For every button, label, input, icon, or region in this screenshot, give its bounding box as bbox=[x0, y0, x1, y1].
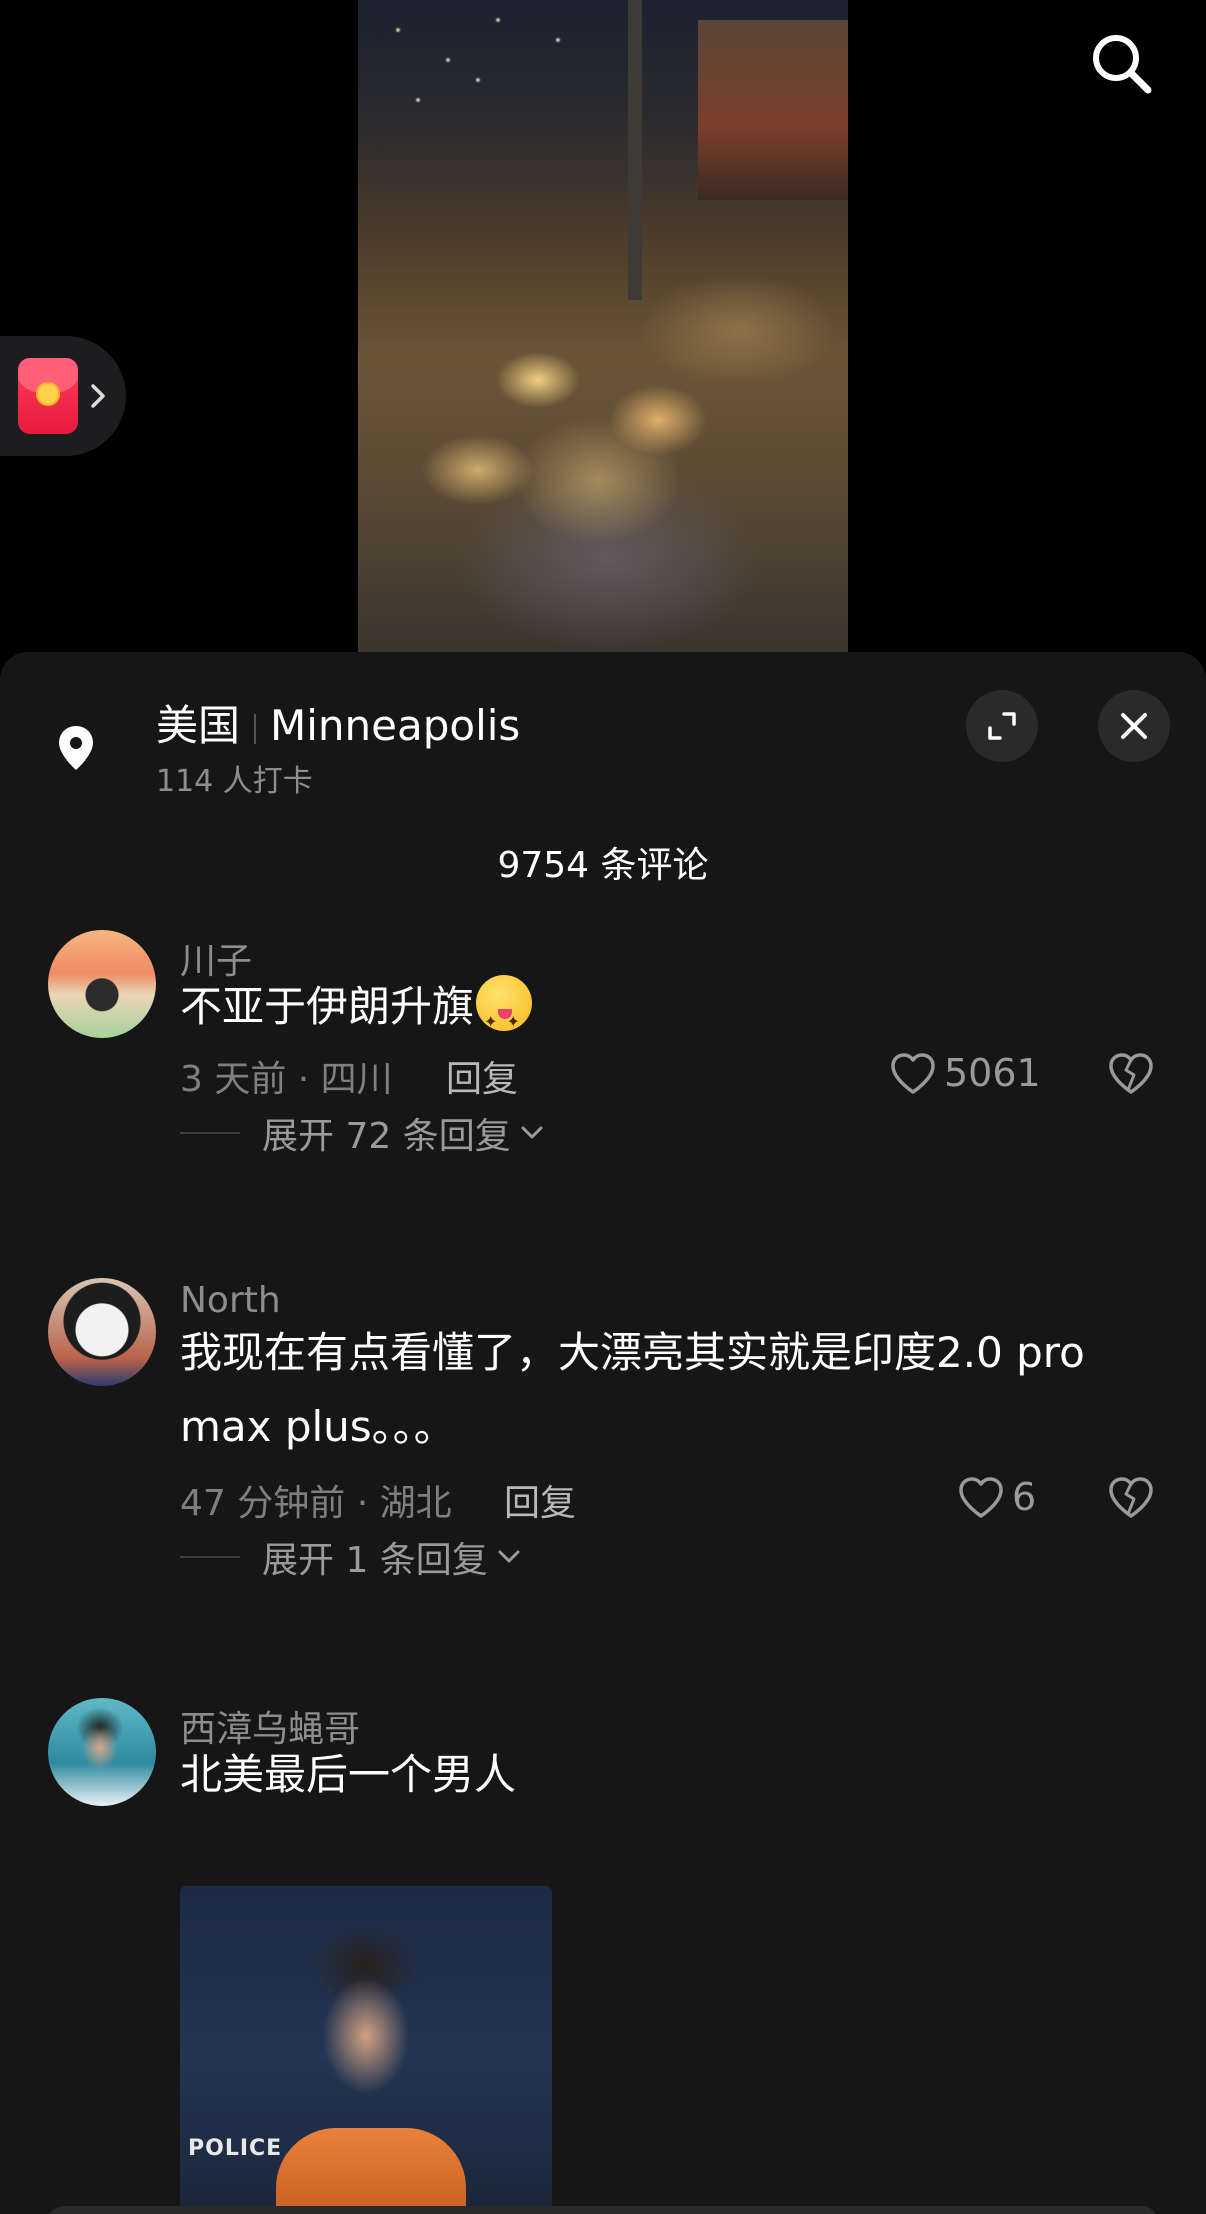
pole-decor bbox=[628, 0, 642, 300]
location-city: Minneapolis bbox=[270, 701, 521, 750]
avatar[interactable] bbox=[48, 1698, 156, 1806]
expand-replies-label: 展开 72 条回复 bbox=[262, 1116, 511, 1157]
broken-heart-icon[interactable] bbox=[1106, 1474, 1156, 1522]
comment-text-content: 不亚于伊朗升旗 bbox=[180, 982, 475, 1031]
expand-divider bbox=[180, 1132, 240, 1134]
close-icon bbox=[1121, 713, 1147, 739]
crazy-face-emoji-icon bbox=[476, 975, 533, 1059]
comment-meta: 47 分钟前 · 湖北 bbox=[180, 1483, 452, 1524]
location-title[interactable]: 美国 Minneapolis bbox=[156, 692, 520, 753]
chevron-right-icon bbox=[91, 384, 105, 408]
checkin-count: 114 人打卡 bbox=[156, 764, 313, 799]
comment-sheet: 美国 Minneapolis 114 人打卡 9754 条评论 川子 不亚于伊朗升… bbox=[0, 652, 1206, 2214]
like-count: 6 bbox=[1012, 1475, 1037, 1519]
comment-username[interactable]: North bbox=[180, 1280, 281, 1321]
comment-meta: 3 天前 · 四川 bbox=[180, 1059, 393, 1100]
avatar[interactable] bbox=[48, 1278, 156, 1386]
red-packet-icon bbox=[18, 358, 78, 434]
comment-item: 西漳乌蝇哥 北美最后一个男人 POLICE bbox=[0, 1698, 1206, 2214]
chevron-down-icon bbox=[521, 1126, 543, 1139]
red-packet-entry[interactable] bbox=[0, 336, 126, 456]
expand-replies-button[interactable]: 展开 72 条回复 bbox=[180, 1108, 545, 1158]
expand-replies-button[interactable]: 展开 1 条回复 bbox=[180, 1532, 522, 1582]
comment-text: 我现在有点看懂了，大漂亮其实就是印度2.0 pro max plus。。。 bbox=[180, 1328, 1085, 1451]
building-decor bbox=[698, 20, 848, 200]
avatar[interactable] bbox=[48, 930, 156, 1038]
input-bar-edge[interactable] bbox=[48, 2206, 1158, 2214]
expand-button[interactable] bbox=[966, 690, 1038, 762]
chevron-down-icon bbox=[498, 1550, 520, 1563]
location-pin-icon bbox=[59, 726, 93, 770]
comment-text: 北美最后一个男人 bbox=[180, 1750, 517, 1799]
expand-replies-label: 展开 1 条回复 bbox=[262, 1540, 488, 1581]
reply-button[interactable]: 回复 bbox=[446, 1050, 518, 1102]
close-button[interactable] bbox=[1098, 690, 1170, 762]
location-country: 美国 bbox=[156, 701, 241, 750]
comment-count: 9754 条评论 bbox=[497, 845, 709, 886]
comment-image[interactable]: POLICE bbox=[180, 1886, 552, 2214]
comment-item: 川子 不亚于伊朗升旗 3 天前 · 四川 回复 5061 展开 72 条回复 bbox=[0, 930, 1206, 1190]
comment-item: North 我现在有点看懂了，大漂亮其实就是印度2.0 pro max plus… bbox=[0, 1278, 1206, 1608]
like-count: 5061 bbox=[944, 1051, 1041, 1095]
reply-button[interactable]: 回复 bbox=[504, 1474, 576, 1526]
search-button[interactable] bbox=[1086, 28, 1158, 100]
expand-divider bbox=[180, 1556, 240, 1558]
heart-outline-icon bbox=[891, 1053, 935, 1094]
image-police-text: POLICE bbox=[188, 2136, 283, 2161]
video-player[interactable] bbox=[0, 0, 1206, 660]
like-button[interactable]: 5061 bbox=[888, 1046, 1041, 1100]
broken-heart-icon[interactable] bbox=[1106, 1050, 1156, 1098]
like-button[interactable]: 6 bbox=[956, 1470, 1036, 1524]
comment-text: 不亚于伊朗升旗 bbox=[180, 970, 1140, 1059]
location-divider bbox=[254, 713, 257, 744]
expand-icon bbox=[988, 712, 1016, 740]
video-thumbnail[interactable] bbox=[358, 0, 848, 654]
search-icon bbox=[1093, 35, 1152, 94]
image-figure-shirt bbox=[276, 2128, 466, 2214]
heart-outline-icon bbox=[959, 1477, 1003, 1518]
